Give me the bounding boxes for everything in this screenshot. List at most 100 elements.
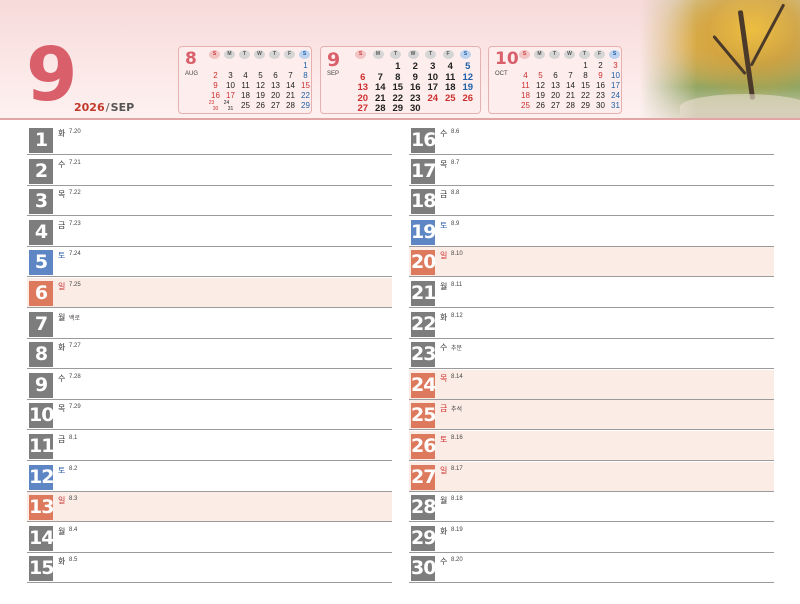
lunar-date-label: 8.6 <box>451 129 460 135</box>
mini-month-name: AUG <box>185 71 199 77</box>
mini-day: 14 <box>566 81 575 90</box>
day-row[interactable]: 7 월 백로 <box>27 309 392 339</box>
lunar-date-label: 8.10 <box>451 251 463 258</box>
day-row[interactable]: 2 수 7.21 <box>27 156 392 186</box>
mini-day: 18 <box>521 91 530 100</box>
day-number-badge: 17 <box>411 158 436 184</box>
day-number-badge: 23 <box>411 342 436 368</box>
day-row[interactable]: 24 목 8.14 <box>409 369 774 400</box>
mini-day: 8 <box>395 71 401 83</box>
mini-weekday-head: T <box>239 50 250 59</box>
day-row[interactable]: 29 화 8.19 <box>409 523 774 553</box>
mini-day: 4 <box>447 61 453 72</box>
mini-day: 2 <box>412 61 418 72</box>
day-row[interactable]: 6 일 7.25 <box>27 278 392 308</box>
day-row[interactable]: 1 화 7.20 <box>27 125 392 155</box>
day-row[interactable]: 17 목 8.7 <box>409 156 774 186</box>
day-row[interactable]: 15 화 8.5 <box>27 553 392 584</box>
mini-weekday-head: W <box>254 50 265 59</box>
lunar-date-label: 8.20 <box>451 557 463 564</box>
mini-weekday-head: T <box>425 50 436 59</box>
day-row[interactable]: 19 토 8.9 <box>409 217 774 247</box>
mini-weekday-head: T <box>579 50 590 59</box>
day-row[interactable]: 9 수 7.28 <box>27 370 392 400</box>
day-row[interactable]: 30 수 8.20 <box>409 553 774 584</box>
mini-day: 16 <box>211 91 220 100</box>
mini-day: 20 <box>357 92 369 104</box>
weekday-label: 수 <box>58 159 66 169</box>
weekday-label: 화 <box>58 129 66 138</box>
lunar-date-label: 8.5 <box>69 557 78 564</box>
day-number-badge: 29 <box>411 525 436 551</box>
mini-day: 12 <box>536 81 545 90</box>
day-row[interactable]: 21 월 8.11 <box>409 278 774 308</box>
day-row[interactable]: 13 일 8.3 <box>27 492 392 523</box>
weekday-label: 토 <box>440 435 448 444</box>
day-number-badge: 9 <box>29 372 53 398</box>
mini-weekday-head: S <box>299 50 310 59</box>
year-slash: / <box>105 101 110 114</box>
day-row[interactable]: 12 토 8.2 <box>27 462 392 492</box>
lunar-date-label: 8.2 <box>69 465 78 472</box>
mini-day: 26 <box>256 101 265 110</box>
mini-day: 1 <box>395 61 401 72</box>
mini-day: 13 <box>271 81 280 90</box>
lunar-date-label: 7.28 <box>69 373 81 380</box>
weekday-label: 일 <box>440 465 448 475</box>
mini-day: 29 <box>581 101 590 110</box>
day-row[interactable]: 23 수 추분 <box>409 339 774 370</box>
mini-day: 4 <box>523 71 528 80</box>
day-number-badge: 11 <box>29 434 54 459</box>
mini-weekday-head: T <box>549 50 560 59</box>
lunar-date-label: 8.19 <box>451 526 463 533</box>
day-row[interactable]: 10 목 7.29 <box>27 400 392 431</box>
mini-weekday-head: S <box>609 50 620 59</box>
weekday-label: 토 <box>440 220 448 230</box>
weekday-label: 수 <box>440 557 448 567</box>
day-row[interactable]: 14 월 8.4 <box>27 523 392 553</box>
mini-day: 5 <box>538 71 543 80</box>
weekday-label: 월 <box>58 312 66 322</box>
mini-day: 22 <box>301 91 310 100</box>
day-row[interactable]: 25 금 추석 <box>409 400 774 431</box>
day-row[interactable]: 27 일 8.17 <box>409 461 774 492</box>
mini-day: 1 <box>303 61 308 70</box>
day-row[interactable]: 4 금 7.23 <box>27 217 392 247</box>
day-number-badge: 7 <box>29 311 53 337</box>
mini-day: 19 <box>256 91 265 100</box>
mini-day: 15 <box>581 81 590 90</box>
mini-day-merged-bottom: 30 <box>212 106 219 112</box>
day-number-badge: 25 <box>411 403 436 429</box>
weekday-label: 월 <box>440 496 448 506</box>
mini-day: 10 <box>226 81 235 90</box>
day-row[interactable]: 28 월 8.18 <box>409 492 774 523</box>
day-row[interactable]: 3 목 7.22 <box>27 186 392 217</box>
lunar-date-label: 8.17 <box>451 465 463 472</box>
mini-day: 19 <box>462 82 474 93</box>
lunar-date-label: 7.21 <box>69 159 81 166</box>
day-row[interactable]: 16 수 8.6 <box>409 125 774 155</box>
day-number-badge: 4 <box>29 219 53 245</box>
mini-day: 4 <box>243 71 248 80</box>
day-row[interactable]: 8 화 7.27 <box>27 339 392 370</box>
day-row[interactable]: 20 일 8.10 <box>409 247 774 278</box>
mini-weekday-head: S <box>355 50 366 59</box>
mini-day: 29 <box>392 103 404 114</box>
day-row[interactable]: 22 화 8.12 <box>409 309 774 339</box>
day-row[interactable]: 11 금 8.1 <box>27 431 392 461</box>
mini-weekday-head: S <box>519 50 530 59</box>
weekday-label: 토 <box>58 465 66 475</box>
mini-day: 27 <box>551 101 560 110</box>
day-row[interactable]: 5 토 7.24 <box>27 247 392 278</box>
day-number-badge: 22 <box>411 311 436 337</box>
day-row[interactable]: 26 토 8.16 <box>409 431 774 461</box>
mini-weekday-head: F <box>594 50 605 59</box>
mini-day: 22 <box>581 91 590 100</box>
mini-month-number: 8 <box>185 49 197 69</box>
autumn-tree-photo <box>640 0 800 118</box>
weekday-label: 목 <box>58 190 66 200</box>
day-row[interactable]: 18 금 8.8 <box>409 186 774 217</box>
weekday-label: 수 <box>58 373 66 383</box>
mini-month-number: 10 <box>495 49 519 69</box>
mini-day: 25 <box>241 101 250 110</box>
